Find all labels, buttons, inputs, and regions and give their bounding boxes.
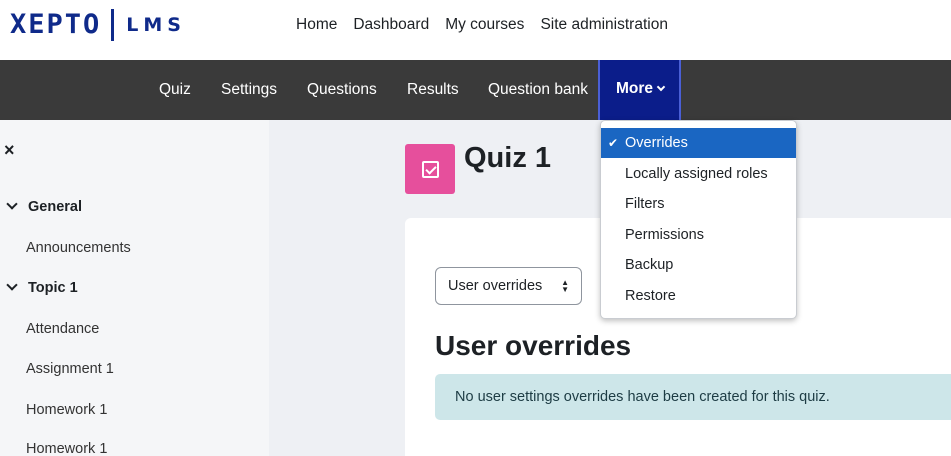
drawer-item-announcements[interactable]: Announcements bbox=[26, 240, 131, 256]
page-title: Quiz 1 bbox=[464, 142, 552, 174]
more-dropdown-menu: ✔ Overrides Locally assigned roles Filte… bbox=[600, 120, 797, 319]
checkbox-icon bbox=[421, 160, 439, 178]
checkmark-icon: ✔ bbox=[608, 136, 619, 150]
tab-results[interactable]: Results bbox=[407, 60, 459, 120]
section-label: Topic 1 bbox=[28, 280, 78, 296]
drawer-section-topic-1[interactable]: Topic 1 bbox=[4, 279, 78, 296]
chevron-down-icon bbox=[6, 279, 18, 291]
logo-suffix: LMS bbox=[126, 14, 186, 36]
menu-item-permissions[interactable]: Permissions bbox=[601, 220, 796, 250]
tab-settings[interactable]: Settings bbox=[221, 60, 277, 120]
drawer-item-assignment-1[interactable]: Assignment 1 bbox=[26, 361, 114, 377]
select-value: User overrides bbox=[448, 278, 543, 294]
nav-my-courses[interactable]: My courses bbox=[437, 16, 532, 34]
chevron-down-icon bbox=[6, 198, 18, 210]
info-notice: No user settings overrides have been cre… bbox=[435, 374, 951, 420]
logo-divider bbox=[111, 9, 115, 41]
tab-question-bank[interactable]: Question bank bbox=[488, 60, 588, 120]
menu-item-label: Overrides bbox=[625, 135, 688, 151]
menu-item-filters[interactable]: Filters bbox=[601, 189, 796, 219]
overrides-type-select[interactable]: User overrides ▲ ▼ bbox=[435, 267, 582, 305]
drawer-item-homework-1b[interactable]: Homework 1 bbox=[26, 441, 107, 456]
menu-item-restore[interactable]: Restore bbox=[601, 281, 796, 311]
close-icon[interactable]: × bbox=[4, 140, 15, 161]
section-heading: User overrides bbox=[435, 330, 632, 361]
nav-home[interactable]: Home bbox=[288, 16, 345, 34]
select-arrows-icon: ▲ ▼ bbox=[561, 278, 569, 294]
site-logo[interactable]: XEPTO LMS bbox=[10, 8, 186, 42]
top-navbar: XEPTO LMS Home Dashboard My courses Site… bbox=[0, 0, 951, 60]
primary-navigation: Home Dashboard My courses Site administr… bbox=[288, 0, 676, 50]
menu-item-overrides[interactable]: ✔ Overrides bbox=[601, 128, 796, 158]
tab-more[interactable]: More bbox=[598, 60, 681, 120]
tab-quiz[interactable]: Quiz bbox=[159, 60, 191, 120]
tab-questions[interactable]: Questions bbox=[307, 60, 377, 120]
section-label: General bbox=[28, 199, 82, 215]
menu-item-backup[interactable]: Backup bbox=[601, 250, 796, 280]
drawer-section-general[interactable]: General bbox=[4, 198, 82, 215]
drawer-item-attendance[interactable]: Attendance bbox=[26, 321, 99, 337]
menu-item-locally-assigned-roles[interactable]: Locally assigned roles bbox=[601, 159, 796, 189]
nav-dashboard[interactable]: Dashboard bbox=[345, 16, 437, 34]
secondary-navigation: Quiz Settings Questions Results Question… bbox=[0, 60, 951, 120]
drawer-item-homework-1[interactable]: Homework 1 bbox=[26, 402, 107, 418]
nav-site-administration[interactable]: Site administration bbox=[532, 16, 676, 34]
chevron-down-icon bbox=[656, 82, 666, 92]
quiz-activity-icon bbox=[405, 144, 455, 194]
course-index-drawer: × General Announcements Topic 1 Attendan… bbox=[0, 120, 269, 456]
tab-more-label: More bbox=[616, 80, 654, 97]
logo-wordmark: XEPTO bbox=[10, 9, 102, 40]
